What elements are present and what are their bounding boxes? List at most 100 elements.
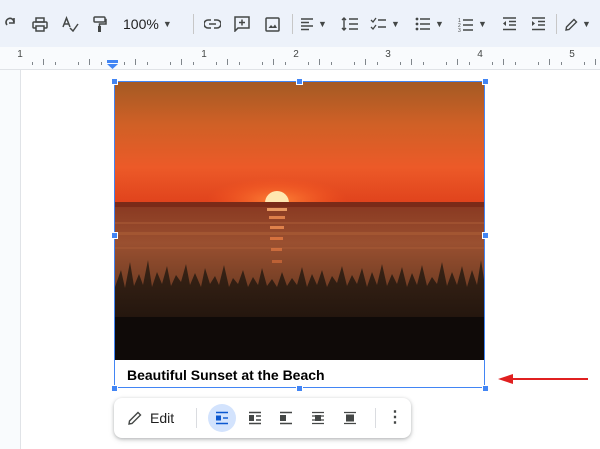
resize-handle-top-left[interactable] bbox=[111, 78, 118, 85]
toolbar-divider bbox=[193, 14, 194, 34]
pencil-icon bbox=[128, 411, 142, 425]
numbered-list-icon[interactable]: 123 ▼ bbox=[458, 13, 490, 35]
ruler-tick bbox=[330, 62, 332, 65]
align-icon[interactable]: ▼ bbox=[300, 13, 330, 35]
insert-image-icon[interactable] bbox=[262, 13, 282, 35]
ruler-tick bbox=[411, 59, 412, 65]
add-comment-icon[interactable] bbox=[232, 13, 252, 35]
chevron-down-icon: ▼ bbox=[478, 19, 487, 29]
ruler-tick bbox=[123, 62, 125, 65]
ruler-tick bbox=[583, 62, 585, 65]
ruler-tick bbox=[135, 59, 136, 65]
main-toolbar: 100% ▼ ▼ ▼ ▼ 123 ▼ ▼ bbox=[0, 0, 600, 47]
zoom-dropdown[interactable]: 100% ▼ bbox=[123, 13, 183, 35]
ruler-tick bbox=[514, 62, 516, 65]
ruler-tick bbox=[227, 59, 228, 65]
ruler-tick bbox=[457, 59, 458, 65]
chevron-down-icon: ▼ bbox=[391, 19, 400, 29]
line-spacing-icon[interactable] bbox=[340, 13, 360, 35]
increase-indent-icon[interactable] bbox=[528, 13, 548, 35]
redo-icon[interactable] bbox=[2, 13, 20, 35]
ruler-number: 2 bbox=[293, 49, 299, 60]
resize-handle-bottom-left[interactable] bbox=[111, 385, 118, 392]
wrap-inline-button[interactable] bbox=[208, 404, 236, 432]
ruler-number: 1 bbox=[17, 49, 23, 60]
print-icon[interactable] bbox=[30, 13, 50, 35]
resize-handle-top-right[interactable] bbox=[482, 78, 489, 85]
paint-format-icon[interactable] bbox=[90, 13, 110, 35]
ruler-tick bbox=[89, 59, 90, 65]
ruler-tick bbox=[77, 62, 79, 65]
behind-text-button[interactable] bbox=[304, 404, 332, 432]
ruler-tick bbox=[31, 62, 33, 65]
wrap-text-icon bbox=[249, 411, 261, 425]
annotation-arrow bbox=[498, 372, 590, 390]
decrease-indent-icon[interactable] bbox=[499, 13, 519, 35]
link-icon[interactable] bbox=[202, 13, 222, 35]
edit-label: Edit bbox=[150, 410, 175, 426]
toolbar-divider bbox=[292, 14, 293, 34]
ruler-number: 1 bbox=[201, 49, 207, 60]
ruler-tick bbox=[43, 59, 44, 65]
editing-mode-icon[interactable]: ▼ bbox=[565, 13, 597, 35]
image-options-bar: Edit ⋮ bbox=[114, 398, 411, 438]
ruler-tick bbox=[353, 62, 355, 65]
ruler-tick bbox=[468, 62, 470, 65]
ruler-tick bbox=[238, 62, 240, 65]
ruler-number: 3 bbox=[385, 49, 391, 60]
svg-text:3: 3 bbox=[458, 28, 461, 32]
bar-divider bbox=[196, 408, 197, 428]
bar-divider bbox=[375, 408, 376, 428]
ruler-tick bbox=[307, 62, 309, 65]
ruler-tick bbox=[181, 59, 182, 65]
ruler-number: 5 bbox=[569, 49, 575, 60]
wrap-text-button[interactable] bbox=[241, 404, 269, 432]
ruler-tick bbox=[365, 59, 366, 65]
toolbar-divider bbox=[556, 14, 557, 34]
ruler-tick bbox=[376, 62, 378, 65]
ruler-tick bbox=[146, 62, 148, 65]
ruler-tick bbox=[192, 62, 194, 65]
ruler-tick bbox=[422, 62, 424, 65]
chevron-down-icon: ▼ bbox=[582, 19, 591, 29]
resize-handle-left[interactable] bbox=[111, 232, 118, 239]
ruler-tick bbox=[273, 59, 274, 65]
in-front-of-text-icon bbox=[344, 411, 356, 425]
checklist-icon[interactable]: ▼ bbox=[370, 13, 402, 35]
ruler-tick bbox=[215, 62, 217, 65]
inline-icon bbox=[216, 411, 228, 425]
edit-image-button[interactable]: Edit bbox=[128, 408, 174, 428]
ruler-tick bbox=[491, 62, 493, 65]
horizontal-ruler[interactable]: 1 1 2 3 4 5 bbox=[0, 47, 600, 70]
ruler-number: 4 bbox=[477, 49, 483, 60]
bulleted-list-icon[interactable]: ▼ bbox=[415, 13, 447, 35]
ruler-tick bbox=[169, 62, 171, 65]
ruler-tick bbox=[560, 62, 562, 65]
in-front-of-text-button[interactable] bbox=[336, 404, 364, 432]
ruler-tick bbox=[399, 62, 401, 65]
ruler-tick bbox=[537, 62, 539, 65]
zoom-value: 100% bbox=[123, 16, 159, 32]
resize-handle-bottom[interactable] bbox=[296, 385, 303, 392]
ruler-tick bbox=[319, 59, 320, 65]
ruler-tick bbox=[549, 59, 550, 65]
ruler-tick bbox=[100, 62, 102, 65]
resize-handle-right[interactable] bbox=[482, 232, 489, 239]
break-text-button[interactable] bbox=[272, 404, 300, 432]
ruler-tick bbox=[261, 62, 263, 65]
chevron-down-icon: ▼ bbox=[318, 19, 327, 29]
ruler-tick bbox=[284, 62, 286, 65]
break-text-icon bbox=[280, 411, 292, 425]
ruler-tick bbox=[595, 59, 596, 65]
behind-text-icon bbox=[312, 411, 324, 425]
resize-handle-bottom-right[interactable] bbox=[482, 385, 489, 392]
chevron-down-icon: ▼ bbox=[162, 19, 172, 29]
resize-handle-top[interactable] bbox=[296, 78, 303, 85]
chevron-down-icon: ▼ bbox=[435, 19, 444, 29]
ruler-tick bbox=[445, 62, 447, 65]
spellcheck-icon[interactable] bbox=[60, 13, 80, 35]
image-selection-border bbox=[114, 81, 485, 388]
ruler-tick bbox=[503, 59, 504, 65]
ruler-tick bbox=[54, 62, 56, 65]
more-options-icon[interactable]: ⋮ bbox=[387, 407, 403, 427]
